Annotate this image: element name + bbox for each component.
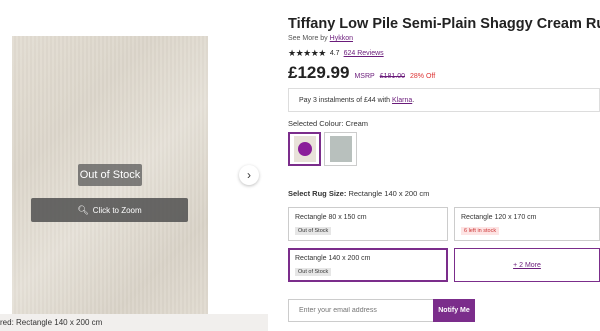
- rating-row: ★★★★★ 4.7 624 Reviews: [288, 48, 384, 59]
- more-sizes-button[interactable]: + 2 More: [454, 248, 600, 282]
- size-label: Select Rug Size: Rectangle 140 x 200 cm: [288, 189, 429, 198]
- product-info: Tiffany Low Pile Semi-Plain Shaggy Cream…: [288, 0, 600, 331]
- zoom-label: Click to Zoom: [92, 205, 142, 215]
- msrp-label: MSRP: [354, 73, 375, 80]
- stock-tag: Out of Stock: [295, 227, 332, 235]
- reviews-link[interactable]: 624 Reviews: [344, 50, 384, 57]
- selected-colour-label: Selected Colour: Cream: [288, 119, 369, 128]
- image-caption: red: Rectangle 140 x 200 cm: [0, 314, 268, 331]
- see-more-line: See More by Hykkon: [288, 35, 353, 42]
- rating-value: 4.7: [329, 50, 340, 57]
- out-of-stock-badge: Out of Stock: [78, 164, 142, 186]
- swatch-grey[interactable]: [324, 132, 357, 166]
- discount-badge: 28% Off: [410, 73, 436, 80]
- star-rating-icon: ★★★★★: [288, 48, 326, 58]
- stock-tag: Out of Stock: [295, 268, 332, 276]
- see-more-prefix: See More by: [288, 35, 328, 42]
- size-option-name: Rectangle 120 x 170 cm: [461, 214, 537, 221]
- price-row: £129.99 MSRP £181.00 28% Off: [288, 63, 435, 83]
- size-option-name: Rectangle 140 x 200 cm: [295, 255, 371, 262]
- size-label-bold: Select Rug Size:: [288, 189, 347, 198]
- cream-swatch-image: [293, 136, 316, 162]
- size-option-140x200[interactable]: Rectangle 140 x 200 cm Out of Stock: [288, 248, 448, 282]
- klarna-suffix: .: [412, 97, 415, 104]
- magnifier-icon: 🔍︎: [77, 204, 89, 215]
- email-field[interactable]: [288, 299, 434, 322]
- msrp-value: £181.00: [379, 73, 405, 80]
- klarna-banner: Pay 3 instalments of £44 with Klarna.: [288, 88, 600, 112]
- price: £129.99: [288, 63, 350, 82]
- chevron-right-icon[interactable]: ›: [239, 165, 259, 185]
- size-option-name: Rectangle 80 x 150 cm: [295, 214, 367, 221]
- brand-link[interactable]: Hykkon: [330, 35, 353, 42]
- product-gallery: Out of Stock 🔍︎ Click to Zoom red: Recta…: [0, 0, 268, 331]
- zoom-button[interactable]: 🔍︎ Click to Zoom: [31, 198, 188, 222]
- stock-tag: 6 left in stock: [461, 227, 500, 235]
- size-option-120x170[interactable]: Rectangle 120 x 170 cm 6 left in stock: [454, 207, 600, 241]
- klarna-link[interactable]: Klarna: [392, 97, 412, 104]
- product-title: Tiffany Low Pile Semi-Plain Shaggy Cream…: [288, 16, 600, 32]
- notify-me-button[interactable]: Notify Me: [433, 299, 475, 322]
- size-option-80x150[interactable]: Rectangle 80 x 150 cm Out of Stock: [288, 207, 448, 241]
- grey-swatch-image: [329, 136, 352, 162]
- size-label-value: Rectangle 140 x 200 cm: [348, 189, 430, 198]
- swatch-cream[interactable]: [288, 132, 321, 166]
- klarna-text: Pay 3 instalments of £44 with: [299, 97, 391, 104]
